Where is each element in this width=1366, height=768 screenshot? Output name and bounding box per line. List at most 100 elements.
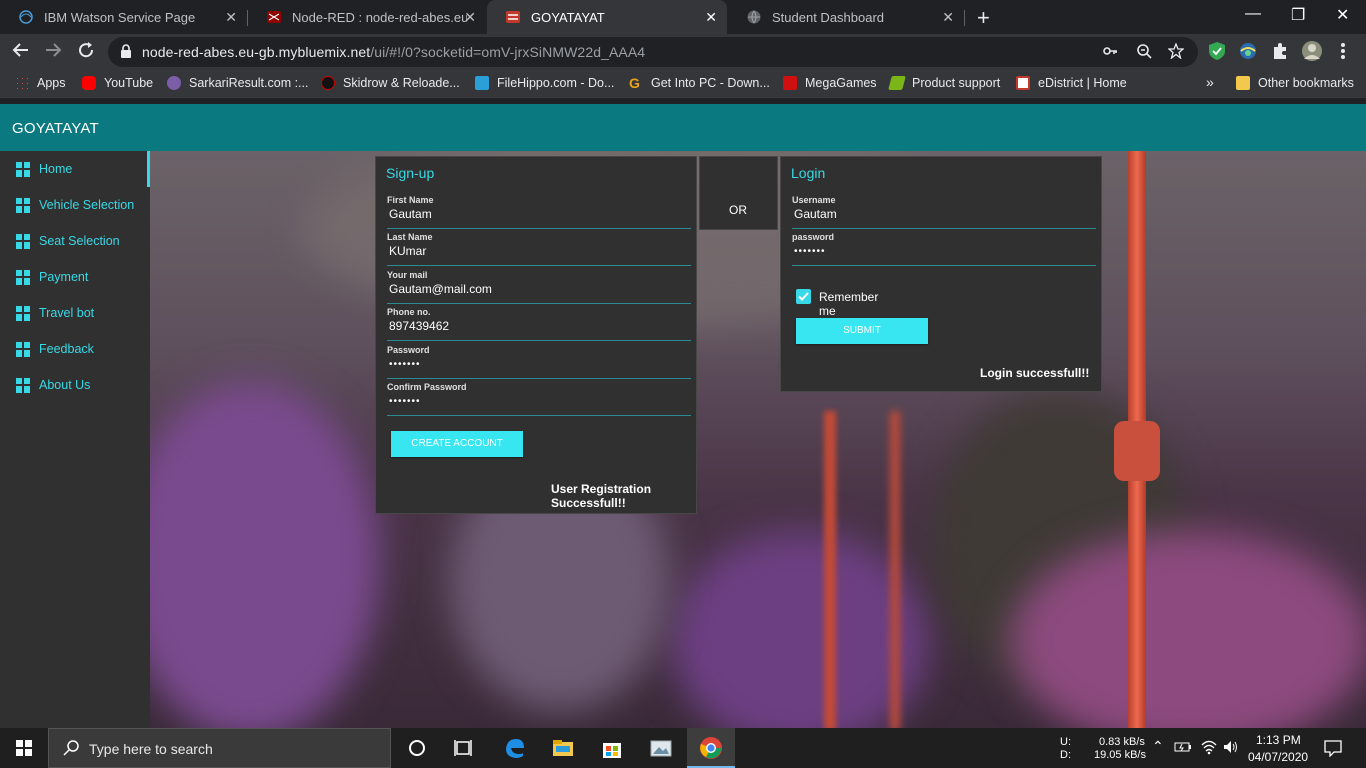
taskbar-search-input[interactable]: Type here to search [48,728,391,768]
sidebar-item-label: Vehicle Selection [39,198,135,212]
back-icon[interactable] [12,41,30,64]
close-tab-icon[interactable]: ✕ [705,9,717,26]
email-field[interactable]: Your mail Gautam@mail.com [387,270,691,304]
username-field[interactable]: Username Gautam [792,195,1096,229]
dashboard-grid-icon [16,161,31,177]
bookmark-filehippo[interactable]: FileHippo.com - Do... [475,76,614,90]
sidebar-item-home[interactable]: Home [0,151,150,187]
bookmark-star-icon[interactable] [1167,42,1185,63]
battery-icon[interactable] [1174,740,1192,757]
close-tab-icon[interactable]: ✕ [942,9,954,26]
close-window-icon[interactable]: ✕ [1336,5,1349,25]
image-viewer-icon[interactable] [649,736,673,760]
create-account-button[interactable]: CREATE ACCOUNT [391,431,523,457]
field-label: password [792,232,835,242]
sidebar-item-payment[interactable]: Payment [0,259,150,295]
login-card: Login Username Gautam password ••••••• R… [780,156,1102,392]
minimize-icon[interactable]: — [1245,5,1261,23]
close-tab-icon[interactable]: ✕ [225,9,237,26]
bookmark-label: Skidrow & Reloade... [343,76,460,90]
checkmark-icon [798,292,809,301]
bookmark-youtube[interactable]: YouTube [82,76,153,90]
task-view-icon[interactable] [452,736,476,760]
menu-kebab-icon[interactable] [1340,42,1346,65]
apps-grid-icon [15,76,29,90]
cortana-icon[interactable] [405,736,429,760]
bookmark-label: SarkariResult.com :... [189,76,309,90]
bookmark-megagames[interactable]: MegaGames [783,76,877,90]
bookmark-apps[interactable]: Apps [15,76,66,90]
upload-speed: 0.83 kB/s [1099,736,1145,748]
or-label: OR [729,203,747,217]
zoom-icon[interactable] [1136,43,1152,63]
sidebar-item-seat-selection[interactable]: Seat Selection [0,223,150,259]
key-icon[interactable] [1102,43,1118,63]
more-bookmarks-chevron[interactable]: » [1206,74,1214,90]
bookmark-label: FileHippo.com - Do... [497,76,615,90]
bookmark-edistrict[interactable]: eDistrict | Home [1016,76,1127,90]
dashboard-grid-icon [16,269,31,285]
field-label: Password [387,345,430,355]
first-name-field[interactable]: First Name Gautam [387,195,691,229]
tab-node-red[interactable]: Node-RED : node-red-abes.eu-gb ✕ [248,0,486,34]
bookmark-sarkariresult[interactable]: SarkariResult.com :... [167,76,308,90]
extensions-puzzle-icon[interactable] [1270,41,1290,61]
sidebar-item-vehicle-selection[interactable]: Vehicle Selection [0,187,150,223]
chrome-taskbar-button[interactable] [687,728,735,768]
dashboard-grid-icon [16,377,31,393]
vpn-extension-icon[interactable] [1238,41,1258,61]
app-title: GOYATAYAT [12,120,99,137]
volume-icon[interactable] [1222,739,1240,758]
file-explorer-icon[interactable] [551,736,575,760]
tab-goyatayat[interactable]: GOYATAYAT ✕ [487,0,727,34]
field-label: Phone no. [387,307,431,317]
bookmark-getintopc[interactable]: G Get Into PC - Down... [629,76,770,90]
shield-extension-icon[interactable] [1207,41,1227,61]
reload-icon[interactable] [77,41,95,64]
url-path: /ui/#!/0?socketid=omV-jrxSiNMW22d_AAA4 [370,44,646,60]
login-status-message: Login successfull!! [980,366,1090,380]
forward-icon[interactable] [44,41,62,64]
other-bookmarks[interactable]: Other bookmarks [1236,76,1354,90]
browser-toolbar: node-red-abes.eu-gb.mybluemix.net/ui/#!/… [0,34,1366,70]
edge-browser-icon[interactable] [503,736,527,760]
address-bar[interactable]: node-red-abes.eu-gb.mybluemix.net/ui/#!/… [108,37,1198,67]
last-name-field[interactable]: Last Name KUmar [387,232,691,266]
new-tab-icon[interactable]: + [977,5,990,31]
lock-icon [120,44,132,63]
clock-date[interactable]: 04/07/2020 [1248,750,1308,764]
clock-time[interactable]: 1:13 PM [1256,733,1301,747]
close-tab-icon[interactable]: ✕ [464,9,476,26]
remember-me-label: Remember me [819,290,879,318]
dashboard-grid-icon [16,341,31,357]
phone-field[interactable]: Phone no. 897439462 [387,307,691,341]
microsoft-store-icon[interactable] [600,736,624,760]
remember-me-checkbox[interactable] [796,289,811,304]
restore-icon[interactable]: ❐ [1291,5,1305,25]
chrome-icon [700,737,722,759]
sidebar-item-feedback[interactable]: Feedback [0,331,150,367]
dashboard-grid-icon [16,233,31,249]
bookmark-skidrow[interactable]: Skidrow & Reloade... [321,76,460,90]
login-password-field[interactable]: password ••••••• [792,232,1096,266]
tab-ibm-watson[interactable]: IBM Watson Service Page ✕ [0,0,247,34]
bookmark-label: MegaGames [805,76,877,90]
notification-center-icon[interactable] [1324,739,1342,760]
tab-student-dashboard[interactable]: Student Dashboard ✕ [728,0,964,34]
windows-taskbar: Type here to search U: D: 0.83 kB/s 19.0… [0,728,1366,768]
password-field[interactable]: Password ••••••• [387,345,691,379]
bookmark-product-support[interactable]: Product support [888,76,1000,90]
field-label: First Name [387,195,434,205]
submit-button[interactable]: SUBMIT [796,318,928,344]
profile-avatar-icon[interactable] [1301,40,1323,62]
show-hidden-icons-chevron[interactable]: ⌃ [1152,738,1164,755]
confirm-password-field[interactable]: Confirm Password ••••••• [387,382,691,416]
sidebar-item-about-us[interactable]: About Us [0,367,150,403]
node-red-favicon-icon [266,9,282,25]
sidebar-item-travel-bot[interactable]: Travel bot [0,295,150,331]
field-label: Your mail [387,270,428,280]
windows-start-icon[interactable] [16,740,32,761]
bookmark-label: Get Into PC - Down... [651,76,770,90]
wifi-icon[interactable] [1200,739,1218,758]
login-title: Login [791,165,826,181]
